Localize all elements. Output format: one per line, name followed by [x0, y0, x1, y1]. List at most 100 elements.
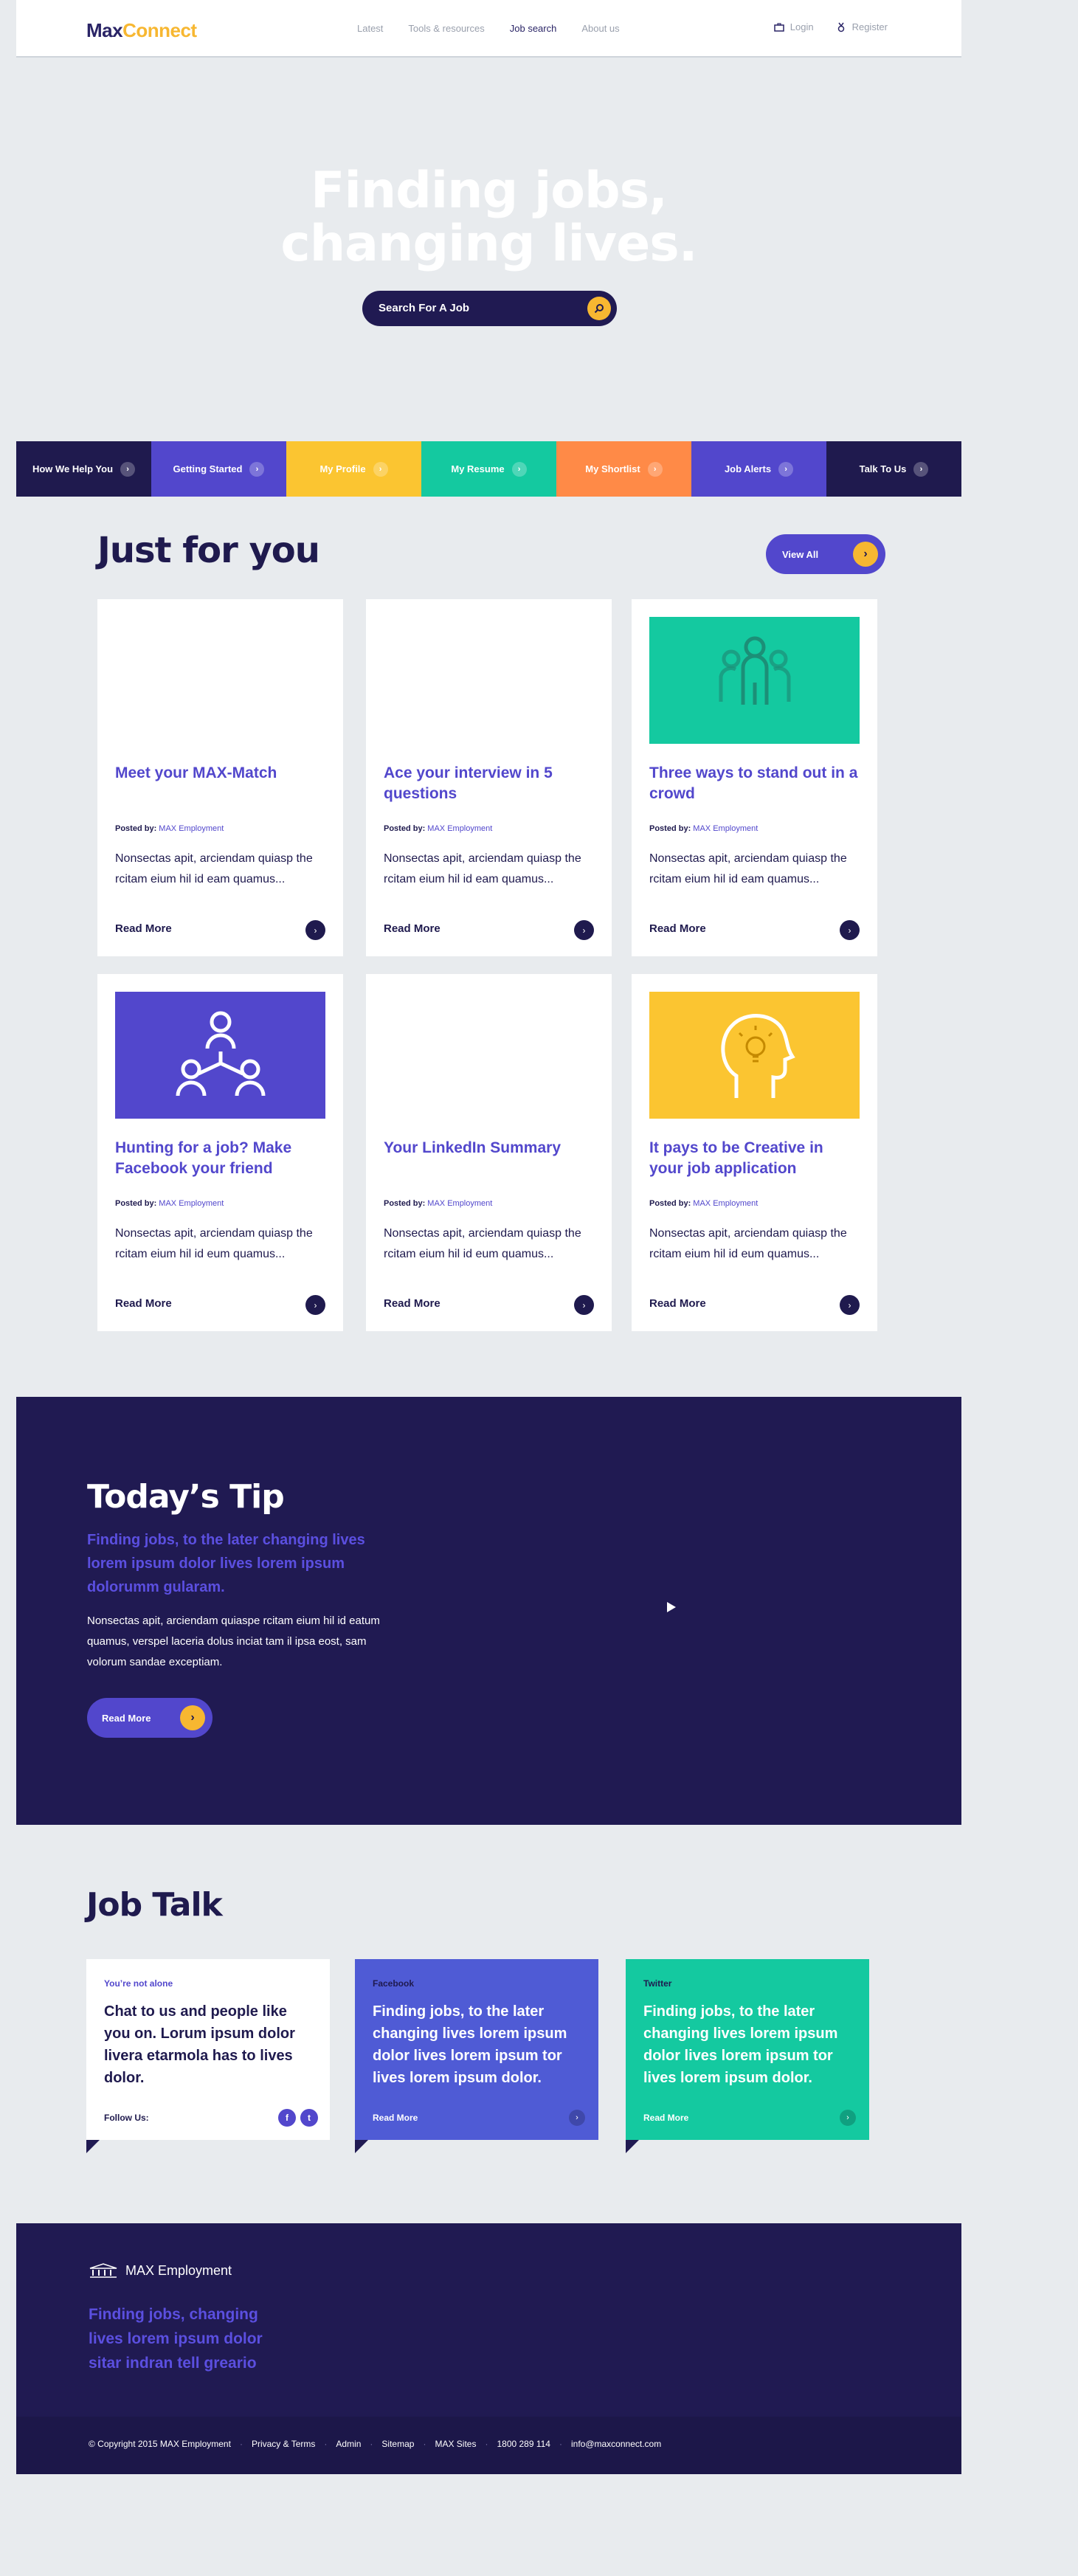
- card-author[interactable]: MAX Employment: [427, 1199, 492, 1208]
- tip-read-more-button[interactable]: Read More ›: [87, 1698, 213, 1738]
- chevron-right-icon[interactable]: ›: [840, 2110, 856, 2126]
- article-card[interactable]: It pays to be Creative in your job appli…: [632, 974, 877, 1331]
- building-icon: [89, 2263, 117, 2278]
- card-title[interactable]: Hunting for a job? Make Facebook your fr…: [115, 1138, 325, 1179]
- separator: ·: [559, 2439, 562, 2449]
- view-all-button[interactable]: View All ›: [766, 534, 885, 574]
- twitter-icon[interactable]: t: [300, 2109, 318, 2127]
- todays-tip: Today’s Tip Finding jobs, to the later c…: [16, 1397, 961, 1825]
- login-link[interactable]: Login: [774, 21, 814, 32]
- article-card[interactable]: Ace your interview in 5 questions Posted…: [366, 599, 612, 956]
- tab-my-shortlist[interactable]: My Shortlist ›: [556, 441, 691, 497]
- tab-getting-started[interactable]: Getting Started ›: [151, 441, 286, 497]
- card-posted-by: Posted by: MAX Employment: [384, 1199, 492, 1208]
- card-title[interactable]: Meet your MAX-Match: [115, 763, 325, 784]
- chevron-right-icon[interactable]: ›: [840, 920, 860, 940]
- tip-body: Nonsectas apit, arciendam quiaspe rcitam…: [87, 1615, 380, 1668]
- footer-link[interactable]: Admin: [336, 2439, 361, 2449]
- card-author[interactable]: MAX Employment: [427, 824, 492, 833]
- card-title[interactable]: Your LinkedIn Summary: [384, 1138, 594, 1158]
- footer-brand[interactable]: MAX Employment: [89, 2262, 232, 2279]
- tab-label: My Resume: [451, 463, 505, 474]
- job-talk-card[interactable]: Twitter Finding jobs, to the later chang…: [626, 1959, 869, 2153]
- tab-how-we-help-you[interactable]: How We Help You ›: [16, 441, 151, 497]
- card-posted-by: Posted by: MAX Employment: [649, 1199, 758, 1208]
- footer-link[interactable]: MAX Sites: [435, 2439, 476, 2449]
- card-author[interactable]: MAX Employment: [159, 1199, 224, 1208]
- job-talk-card[interactable]: You’re not alone Chat to us and people l…: [86, 1959, 330, 2153]
- card-excerpt: Nonsectas apit, arciendam quiasp the rci…: [384, 1227, 581, 1260]
- card-posted-by: Posted by: MAX Employment: [384, 824, 492, 833]
- nav-about-us[interactable]: About us: [581, 23, 619, 34]
- card-author[interactable]: MAX Employment: [693, 1199, 758, 1208]
- article-card[interactable]: Meet your MAX-Match Posted by: MAX Emplo…: [97, 599, 343, 956]
- tab-my-resume[interactable]: My Resume ›: [421, 441, 556, 497]
- tab-label: Talk To Us: [859, 463, 907, 474]
- card-read-more[interactable]: Read More: [649, 1297, 706, 1310]
- people-group-icon: [711, 631, 799, 731]
- footer-link: © Copyright 2015 MAX Employment: [89, 2439, 231, 2449]
- job-search-bar[interactable]: Search For A Job: [362, 291, 617, 326]
- logo[interactable]: MaxConnect: [86, 19, 197, 42]
- chevron-right-icon: ›: [853, 542, 878, 567]
- chevron-right-icon[interactable]: ›: [305, 920, 325, 940]
- facebook-icon[interactable]: f: [278, 2109, 296, 2127]
- card-image: [649, 992, 860, 1119]
- separator: ·: [423, 2439, 426, 2449]
- nav-job-search[interactable]: Job search: [510, 23, 557, 34]
- card-title[interactable]: It pays to be Creative in your job appli…: [649, 1138, 860, 1179]
- login-label: Login: [790, 21, 814, 32]
- separator: ·: [485, 2439, 488, 2449]
- tab-my-profile[interactable]: My Profile ›: [286, 441, 421, 497]
- posted-by-label: Posted by:: [649, 824, 691, 833]
- card-read-more[interactable]: Read More: [115, 1297, 172, 1310]
- card-title[interactable]: Ace your interview in 5 questions: [384, 763, 594, 804]
- article-card[interactable]: Three ways to stand out in a crowd Poste…: [632, 599, 877, 956]
- job-talk-card-label: Facebook: [373, 1978, 415, 1989]
- nav-tools-resources[interactable]: Tools & resources: [408, 23, 484, 34]
- footer-link[interactable]: 1800 289 114: [497, 2439, 550, 2449]
- just-for-you-title: Just for you: [97, 530, 320, 571]
- play-icon[interactable]: [667, 1602, 676, 1612]
- posted-by-label: Posted by:: [649, 1199, 691, 1208]
- card-author[interactable]: MAX Employment: [159, 824, 224, 833]
- register-link[interactable]: Register: [836, 21, 888, 32]
- social-links: ft: [278, 2109, 318, 2127]
- footer-links: © Copyright 2015 MAX Employment · Privacy …: [89, 2439, 661, 2449]
- card-read-more[interactable]: Read More: [115, 922, 172, 935]
- footer-link[interactable]: info@maxconnect.com: [571, 2439, 661, 2449]
- tip-title: Today’s Tip: [87, 1478, 285, 1516]
- article-card[interactable]: Your LinkedIn Summary Posted by: MAX Emp…: [366, 974, 612, 1331]
- job-talk-card[interactable]: Facebook Finding jobs, to the later chan…: [355, 1959, 598, 2153]
- footer-link[interactable]: Sitemap: [381, 2439, 414, 2449]
- chevron-right-icon: ›: [511, 461, 527, 477]
- chevron-right-icon[interactable]: ›: [840, 1295, 860, 1315]
- search-icon: [594, 304, 604, 314]
- footer-link[interactable]: Privacy & Terms: [252, 2439, 315, 2449]
- card-read-more[interactable]: Read More: [384, 922, 440, 935]
- card-title[interactable]: Three ways to stand out in a crowd: [649, 763, 860, 804]
- card-excerpt: Nonsectas apit, arciendam quiasp the rci…: [115, 852, 313, 885]
- tab-label: How We Help You: [32, 463, 114, 474]
- chevron-right-icon: ›: [373, 461, 388, 477]
- hero-title-line1: Finding jobs,: [311, 162, 668, 220]
- section-tabs: How We Help You › Getting Started › My Profi…: [16, 441, 961, 497]
- card-read-more[interactable]: Read More: [384, 1297, 440, 1310]
- tab-talk-to-us[interactable]: Talk To Us ›: [826, 441, 961, 497]
- chevron-right-icon: ›: [120, 461, 136, 477]
- card-author[interactable]: MAX Employment: [693, 824, 758, 833]
- speech-tail: [626, 2140, 639, 2153]
- chevron-right-icon[interactable]: ›: [574, 920, 594, 940]
- card-read-more[interactable]: Read More: [649, 922, 706, 935]
- chevron-right-icon[interactable]: ›: [569, 2110, 585, 2126]
- chevron-right-icon[interactable]: ›: [305, 1295, 325, 1315]
- tab-job-alerts[interactable]: Job Alerts ›: [691, 441, 826, 497]
- job-talk-card-footer[interactable]: Read More: [373, 2113, 418, 2123]
- search-button[interactable]: [587, 297, 611, 320]
- article-card[interactable]: Hunting for a job? Make Facebook your fr…: [97, 974, 343, 1331]
- chevron-right-icon[interactable]: ›: [574, 1295, 594, 1315]
- job-talk-card-footer[interactable]: Read More: [643, 2113, 688, 2123]
- separator: ·: [370, 2439, 373, 2449]
- separator: ·: [324, 2439, 328, 2449]
- nav-latest[interactable]: Latest: [357, 23, 383, 34]
